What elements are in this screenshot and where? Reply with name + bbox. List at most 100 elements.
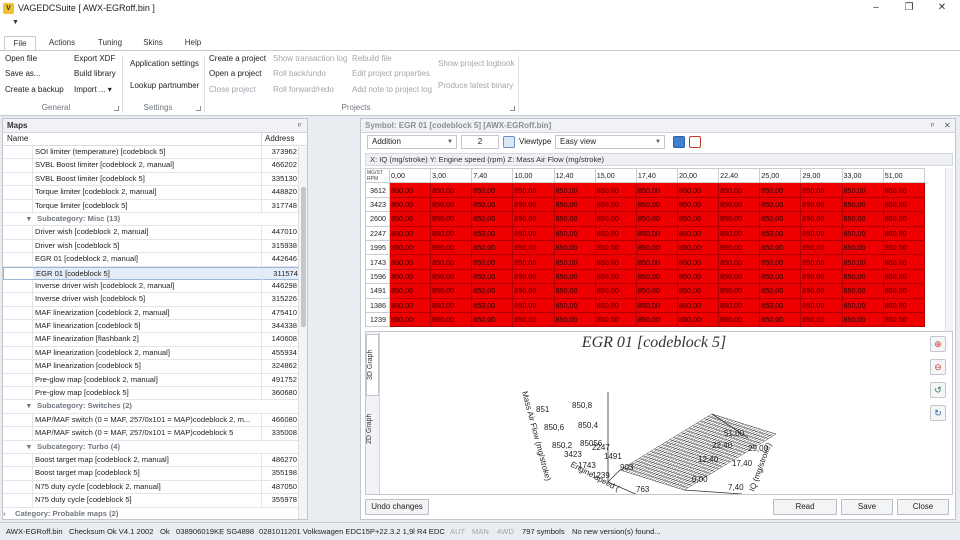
grid-cell[interactable]: 850,00 <box>718 211 761 227</box>
grid-cell[interactable]: 850,00 <box>841 182 884 198</box>
grid-cell[interactable]: 850,00 <box>718 254 761 270</box>
grid-cell[interactable]: 850,00 <box>553 268 596 285</box>
surface-plot[interactable]: EGR 01 [codeblock 5] 851 850,8 850,6 850,4 8… <box>382 332 926 494</box>
grid-row-header[interactable]: 1596 <box>365 268 390 285</box>
grid-cell[interactable]: 850,00 <box>718 268 761 285</box>
grid-column-header[interactable]: 15,00 <box>594 167 637 184</box>
grid-cell[interactable]: 850,00 <box>430 283 473 299</box>
grid-cell[interactable]: 850,00 <box>635 196 678 213</box>
grid-cell[interactable]: 850,00 <box>512 196 555 213</box>
read-button[interactable]: Read <box>773 499 837 515</box>
grid-cell[interactable]: 850,00 <box>471 283 514 299</box>
grid-cell[interactable]: 850,00 <box>594 268 637 285</box>
grid-cell[interactable]: 850,00 <box>430 182 473 198</box>
rotate-left-icon[interactable]: ↺ <box>930 382 946 398</box>
grid-cell[interactable]: 850,00 <box>430 211 473 227</box>
map-row[interactable]: Boost target map [codeblock 2, manual] 48… <box>3 453 307 468</box>
grid-cell[interactable]: 850,00 <box>676 268 720 285</box>
viewtype-select[interactable]: Easy view ▼ <box>555 135 665 149</box>
save-as-button[interactable]: Save as... <box>5 69 41 78</box>
grid-cell[interactable]: 850,00 <box>388 239 432 256</box>
map-row[interactable]: N75 duty cycle [codeblock 5] 355978 <box>3 494 307 508</box>
map-row[interactable]: Boost target map [codeblock 5] 355198 <box>3 467 307 481</box>
expand-caret-icon[interactable]: › <box>3 509 6 518</box>
grid-cell[interactable]: 850,00 <box>594 211 637 227</box>
grid-cell[interactable]: 850,00 <box>635 311 678 328</box>
grid-cell[interactable]: 850,00 <box>800 311 843 328</box>
close-button[interactable]: Close <box>897 499 949 515</box>
tab-skins[interactable]: Skins <box>136 36 170 50</box>
grid-row-header[interactable]: 1743 <box>365 254 390 270</box>
undo-changes-button[interactable]: Undo changes <box>365 499 429 515</box>
grid-cell[interactable]: 850,00 <box>553 225 596 241</box>
grid-cell[interactable]: 850,00 <box>594 283 637 299</box>
compare-icon[interactable] <box>689 136 701 148</box>
grid-cell[interactable]: 850,00 <box>388 254 432 270</box>
minimize-button[interactable]: – <box>860 0 892 16</box>
grid-cell[interactable]: 850,00 <box>800 297 843 313</box>
map-row[interactable]: MAF linearization [flashbank 2] 140608 <box>3 333 307 347</box>
grid-cell[interactable]: 850,00 <box>841 225 884 241</box>
show-project-logbook-button[interactable]: Show project logbook <box>438 59 515 68</box>
grid-cell[interactable]: 850,00 <box>800 283 843 299</box>
produce-latest-binary-button[interactable]: Produce latest binary <box>438 81 513 90</box>
pin-icon[interactable]: ᵖ <box>931 119 934 132</box>
map-row[interactable]: SOI limiter (temperature) [codeblock 5] 3… <box>3 146 307 160</box>
grid-cell[interactable]: 850,00 <box>841 268 884 285</box>
grid-cell[interactable]: 850,00 <box>471 254 514 270</box>
map-row[interactable]: MAP linearization [codeblock 5] 324862 <box>3 360 307 374</box>
grid-column-header[interactable]: 10,00 <box>512 167 555 184</box>
import-button[interactable]: Import ... ▾ <box>74 85 112 94</box>
save-button[interactable]: Save <box>841 499 893 515</box>
grid-cell[interactable]: 850,00 <box>512 182 555 198</box>
grid-cell[interactable]: 850,00 <box>841 196 884 213</box>
settings-launcher-icon[interactable] <box>196 106 201 111</box>
map-row[interactable]: Inverse driver wish [codeblock 2, manual… <box>3 279 307 294</box>
grid-cell[interactable]: 850,00 <box>759 297 802 313</box>
grid-cell[interactable]: 850,00 <box>430 311 473 328</box>
grid-cell[interactable]: 850,00 <box>759 182 802 198</box>
grid-cell[interactable]: 850,00 <box>882 297 926 313</box>
grid-column-header[interactable]: 0,00 <box>388 167 432 184</box>
subcategory-row[interactable]: ▾ Subcategory: Turbo (4) <box>3 440 307 454</box>
grid-cell[interactable]: 850,00 <box>594 311 637 328</box>
quick-access-dropdown-icon[interactable]: ▼ <box>12 19 19 26</box>
grid-row-header[interactable]: 1386 <box>365 297 390 313</box>
grid-column-header[interactable]: 22,40 <box>718 167 761 184</box>
grid-cell[interactable]: 850,00 <box>388 211 432 227</box>
open-file-button[interactable]: Open file <box>5 54 37 63</box>
grid-cell[interactable]: 850,00 <box>676 297 720 313</box>
grid-cell[interactable]: 850,00 <box>718 297 761 313</box>
grid-cell[interactable]: 850,00 <box>800 239 843 256</box>
grid-cell[interactable]: 850,00 <box>594 225 637 241</box>
grid-cell[interactable]: 850,00 <box>759 311 802 328</box>
copy-icon[interactable] <box>673 136 685 148</box>
grid-cell[interactable]: 850,00 <box>635 225 678 241</box>
grid-row-header[interactable]: 1239 <box>365 311 390 328</box>
grid-cell[interactable]: 850,00 <box>759 239 802 256</box>
grid-cell[interactable]: 850,00 <box>388 182 432 198</box>
open-project-button[interactable]: Open a project <box>209 69 261 78</box>
roll-back-button[interactable]: Roll back/undo <box>273 69 326 78</box>
rebuild-file-button[interactable]: Rebuild file <box>352 54 392 63</box>
grid-row-header[interactable]: 2600 <box>365 211 390 227</box>
map-row[interactable]: MAF linearization [codeblock 2, manual] 4… <box>3 306 307 321</box>
subcategory-row[interactable]: ▾ Subcategory: Switches (2) <box>3 400 307 414</box>
grid-cell[interactable]: 850,00 <box>388 225 432 241</box>
grid-cell[interactable]: 850,00 <box>800 254 843 270</box>
grid-column-header[interactable]: 29,00 <box>800 167 843 184</box>
grid-column-header[interactable]: 12,40 <box>553 167 596 184</box>
grid-column-header[interactable]: 20,00 <box>676 167 720 184</box>
column-header-name[interactable]: Name <box>7 133 28 145</box>
grid-cell[interactable]: 850,00 <box>388 268 432 285</box>
pin-icon[interactable]: ᵖ <box>298 119 301 132</box>
grid-cell[interactable]: 850,00 <box>718 182 761 198</box>
grid-cell[interactable]: 850,00 <box>471 182 514 198</box>
grid-cell[interactable]: 850,00 <box>553 196 596 213</box>
grid-cell[interactable]: 850,00 <box>471 239 514 256</box>
show-transaction-log-button[interactable]: Show transaction log <box>273 54 347 63</box>
grid-cell[interactable]: 850,00 <box>800 211 843 227</box>
grid-cell[interactable]: 850,00 <box>388 283 432 299</box>
map-row[interactable]: Driver wish [codeblock 5] 315938 <box>3 239 307 254</box>
grid-cell[interactable]: 850,00 <box>718 311 761 328</box>
